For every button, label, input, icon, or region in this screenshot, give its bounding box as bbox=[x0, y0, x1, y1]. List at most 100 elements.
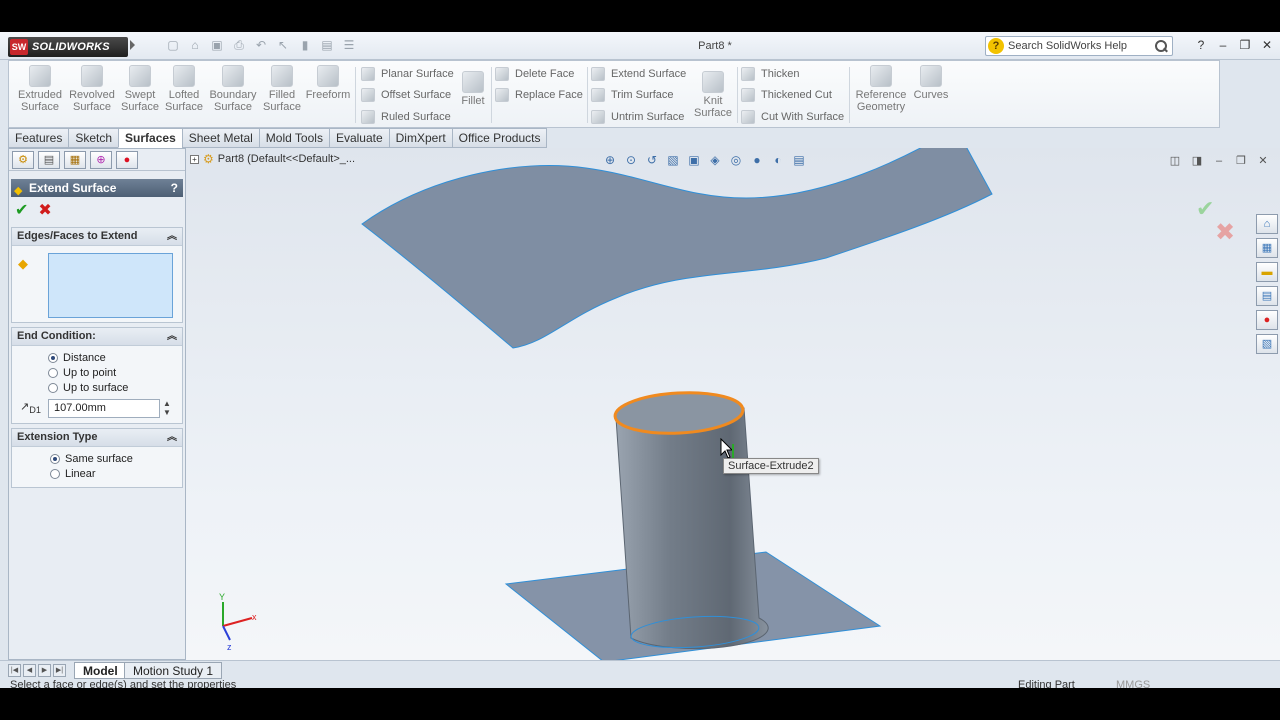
part-name[interactable]: Part8 (Default<<Default>_... bbox=[218, 153, 355, 165]
view-palette-icon[interactable]: ▤ bbox=[1256, 286, 1278, 306]
collapse-icon[interactable]: ︽ bbox=[167, 429, 177, 446]
new-document-icon[interactable]: ▢ bbox=[165, 38, 181, 53]
tab-model[interactable]: Model bbox=[74, 662, 127, 679]
appearances-icon[interactable]: ● bbox=[1256, 310, 1278, 330]
save-icon[interactable]: ▣ bbox=[209, 38, 225, 53]
last-tab-icon[interactable]: ▶| bbox=[53, 664, 66, 677]
tab-features[interactable]: Features bbox=[8, 128, 69, 148]
knit-surface-button[interactable]: Knit Surface bbox=[693, 71, 733, 119]
replace-face-button[interactable]: Replace Face bbox=[495, 86, 583, 104]
viewport-split-icon[interactable]: ◫ bbox=[1168, 154, 1182, 168]
radio-same-surface[interactable]: Same surface bbox=[12, 451, 182, 466]
swept-surface-button[interactable]: Swept Surface bbox=[119, 65, 161, 113]
menu-flyout-arrow-icon[interactable] bbox=[130, 40, 135, 50]
group-header[interactable]: Edges/Faces to Extend ︽ bbox=[12, 228, 182, 246]
edges-selection-box[interactable] bbox=[48, 253, 173, 318]
file-explorer-icon[interactable]: ▬ bbox=[1256, 262, 1278, 282]
radio-button[interactable] bbox=[50, 453, 60, 464]
print-icon[interactable]: ⎙ bbox=[231, 38, 247, 53]
tab-motion-study-1[interactable]: Motion Study 1 bbox=[124, 662, 223, 679]
filled-surface-button[interactable]: Filled Surface bbox=[261, 65, 303, 113]
edit-appearance-icon[interactable]: ● bbox=[749, 152, 765, 168]
tab-sheet-metal[interactable]: Sheet Metal bbox=[181, 128, 259, 148]
options-icon[interactable]: ☰ bbox=[341, 38, 357, 53]
radio-up-to-point[interactable]: Up to point bbox=[12, 365, 182, 380]
view-settings-icon[interactable]: ▤ bbox=[791, 152, 807, 168]
viewport-close-icon[interactable]: ✕ bbox=[1256, 154, 1270, 168]
first-tab-icon[interactable]: |◀ bbox=[8, 664, 21, 677]
close-icon[interactable]: ✕ bbox=[1260, 38, 1274, 52]
confirmation-corner-ok-icon[interactable]: ✔ bbox=[1196, 196, 1214, 222]
ruled-surface-button[interactable]: Ruled Surface bbox=[361, 108, 451, 126]
minimize-icon[interactable]: – bbox=[1216, 38, 1230, 52]
help-icon[interactable]: ? bbox=[171, 179, 178, 197]
solidworks-logo[interactable]: SW SOLIDWORKS bbox=[8, 37, 128, 57]
extend-surface-button[interactable]: Extend Surface bbox=[591, 65, 686, 83]
group-header[interactable]: End Condition: ︽ bbox=[12, 328, 182, 346]
open-document-icon[interactable]: ⌂ bbox=[187, 38, 203, 53]
hide-show-items-icon[interactable]: ◎ bbox=[728, 152, 744, 168]
status-units[interactable]: MMGS bbox=[1116, 680, 1150, 688]
cylinder-surface[interactable] bbox=[615, 407, 769, 650]
tab-surfaces[interactable]: Surfaces bbox=[118, 128, 182, 148]
tab-mold-tools[interactable]: Mold Tools bbox=[258, 128, 329, 148]
model-viewport[interactable]: x Y z bbox=[186, 148, 1280, 660]
expand-icon[interactable]: + bbox=[190, 154, 199, 164]
radio-button[interactable] bbox=[48, 382, 58, 393]
lofted-surface-button[interactable]: Lofted Surface bbox=[163, 65, 205, 113]
custom-properties-icon[interactable]: ▧ bbox=[1256, 334, 1278, 354]
viewport-minimize-icon[interactable]: – bbox=[1212, 154, 1226, 168]
confirmation-corner-cancel-icon[interactable]: ✖ bbox=[1215, 218, 1235, 247]
cancel-x-icon[interactable]: ✖ bbox=[38, 200, 51, 220]
cut-with-surface-button[interactable]: Cut With Surface bbox=[741, 108, 844, 126]
select-icon[interactable]: ↖ bbox=[275, 38, 291, 53]
delete-face-button[interactable]: Delete Face bbox=[495, 65, 574, 83]
apply-scene-icon[interactable]: ◐ bbox=[770, 152, 786, 168]
display-manager-icon[interactable]: ● bbox=[116, 151, 138, 169]
tab-dimxpert[interactable]: DimXpert bbox=[388, 128, 452, 148]
distance-input[interactable]: 107.00mm bbox=[48, 399, 160, 418]
group-header[interactable]: Extension Type ︽ bbox=[12, 429, 182, 447]
zoom-to-fit-icon[interactable]: ⊕ bbox=[602, 152, 618, 168]
radio-button[interactable] bbox=[48, 367, 58, 378]
ok-check-icon[interactable]: ✔ bbox=[15, 200, 28, 220]
freeform-button[interactable]: Freeform bbox=[305, 65, 351, 101]
thickened-cut-button[interactable]: Thickened Cut bbox=[741, 86, 832, 104]
radio-button[interactable] bbox=[48, 352, 58, 363]
restore-icon[interactable]: ❐ bbox=[1238, 38, 1252, 52]
zoom-to-area-icon[interactable]: ⊙ bbox=[623, 152, 639, 168]
dimxpert-manager-icon[interactable]: ⊕ bbox=[90, 151, 112, 169]
reference-geometry-button[interactable]: Reference Geometry bbox=[853, 65, 909, 113]
display-style-icon[interactable]: ◈ bbox=[707, 152, 723, 168]
tab-sketch[interactable]: Sketch bbox=[68, 128, 119, 148]
wavy-surface[interactable] bbox=[361, 148, 993, 349]
distance-spinner[interactable]: ▲ ▼ bbox=[163, 399, 173, 417]
graphics-area[interactable]: x Y z + ⚙ Part8 (Default<<Default>_... ⊕… bbox=[186, 148, 1280, 660]
collapse-icon[interactable]: ︽ bbox=[167, 228, 177, 245]
search-input[interactable]: Search SolidWorks Help bbox=[1008, 40, 1154, 52]
fillet-button[interactable]: Fillet bbox=[457, 71, 489, 107]
collapse-icon[interactable]: ︽ bbox=[167, 328, 177, 345]
planar-surface-button[interactable]: Planar Surface bbox=[361, 65, 454, 83]
offset-surface-button[interactable]: Offset Surface bbox=[361, 86, 451, 104]
radio-linear[interactable]: Linear bbox=[12, 466, 182, 481]
help-menu-icon[interactable]: ? bbox=[1194, 38, 1208, 52]
undo-icon[interactable]: ↶ bbox=[253, 38, 269, 53]
file-properties-icon[interactable]: ▤ bbox=[319, 38, 335, 53]
property-manager-icon[interactable]: ▤ bbox=[38, 151, 60, 169]
search-icon[interactable] bbox=[1154, 39, 1168, 53]
boundary-surface-button[interactable]: Boundary Surface bbox=[207, 65, 259, 113]
feature-manager-icon[interactable]: ⚙ bbox=[12, 151, 34, 169]
thicken-button[interactable]: Thicken bbox=[741, 65, 800, 83]
radio-up-to-surface[interactable]: Up to surface bbox=[12, 380, 182, 395]
tab-office-products[interactable]: Office Products bbox=[451, 128, 548, 148]
viewport-restore-icon[interactable]: ❐ bbox=[1234, 154, 1248, 168]
prev-tab-icon[interactable]: ◀ bbox=[23, 664, 36, 677]
revolved-surface-button[interactable]: Revolved Surface bbox=[67, 65, 117, 113]
configuration-manager-icon[interactable]: ▦ bbox=[64, 151, 86, 169]
radio-button[interactable] bbox=[50, 468, 60, 479]
previous-view-icon[interactable]: ↺ bbox=[644, 152, 660, 168]
search-help-box[interactable]: ? Search SolidWorks Help bbox=[985, 36, 1173, 56]
section-view-icon[interactable]: ▧ bbox=[665, 152, 681, 168]
solidworks-resources-icon[interactable]: ⌂ bbox=[1256, 214, 1278, 234]
